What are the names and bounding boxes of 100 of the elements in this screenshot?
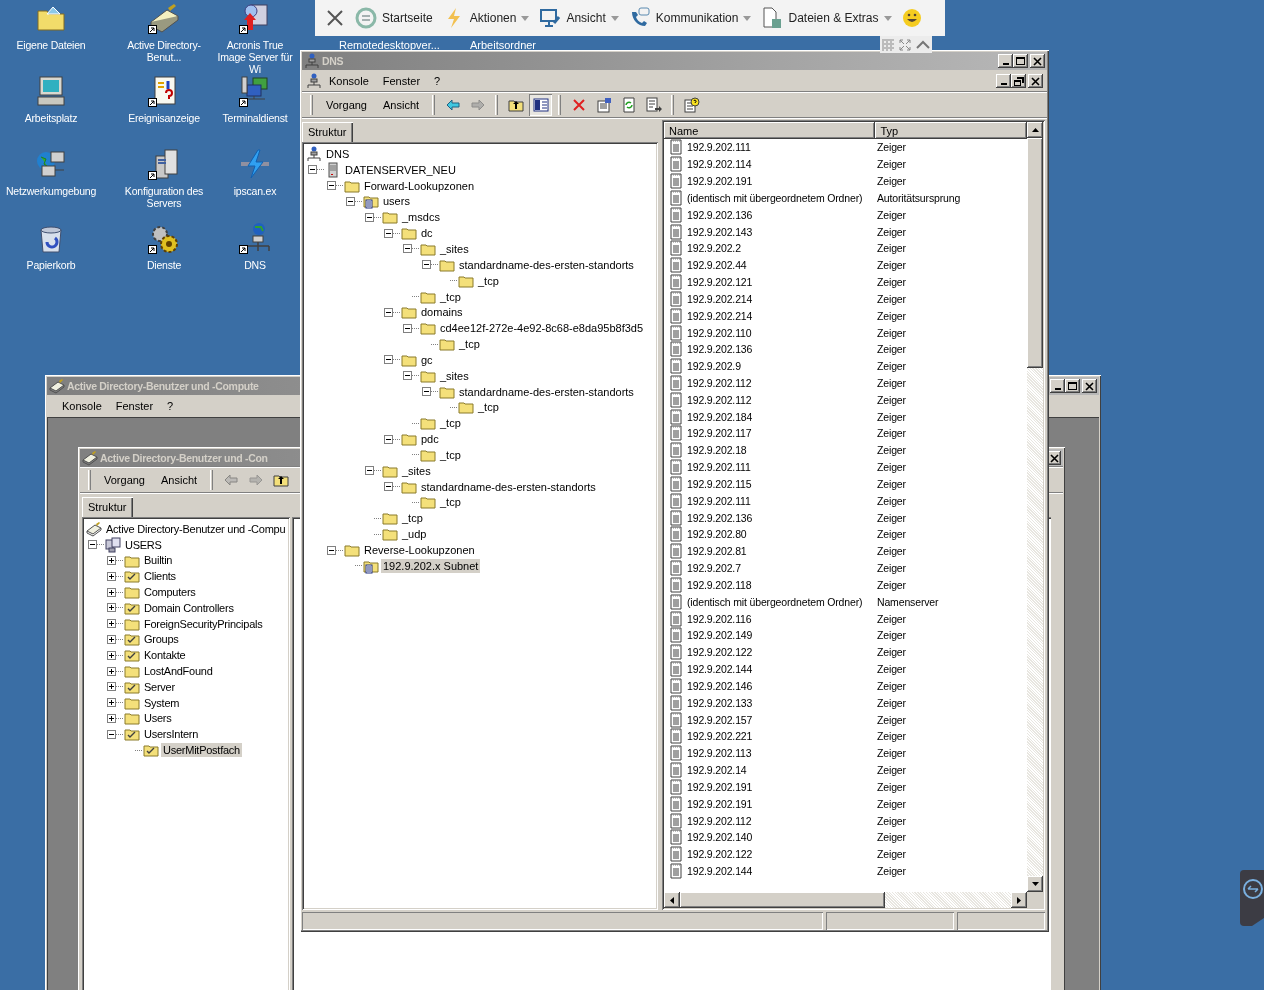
tree-item[interactable]: UsersIntern <box>142 727 201 742</box>
tree-item[interactable]: domains <box>419 305 465 320</box>
tree-item[interactable]: _tcp <box>476 273 501 288</box>
expand-toggle[interactable] <box>107 587 116 597</box>
scroll-up-button[interactable] <box>1027 122 1043 138</box>
icon-label[interactable]: Konfiguration des Servers <box>118 185 210 209</box>
tree-item[interactable]: Kontakte <box>142 648 188 663</box>
expand-toggle[interactable] <box>107 666 116 676</box>
expand-toggle[interactable] <box>107 650 116 660</box>
icon-label[interactable]: Remotedesktopver... <box>339 39 440 51</box>
tree-item[interactable]: _tcp <box>438 447 463 462</box>
collapse-toggle[interactable] <box>384 482 393 492</box>
tree-item[interactable]: _tcp <box>476 400 501 415</box>
menu-item[interactable]: Vorgang <box>97 472 152 488</box>
menu-item[interactable]: Konsole <box>322 73 376 89</box>
maximize-button[interactable] <box>1013 54 1028 68</box>
collapse-toggle[interactable] <box>384 434 393 444</box>
tree-item[interactable]: Users <box>142 711 174 726</box>
tree-item[interactable]: Reverse-Lookupzonen <box>362 543 477 557</box>
tree-item[interactable]: _tcp <box>438 495 463 510</box>
tree-item[interactable]: _tcp <box>400 511 425 526</box>
tree-item[interactable]: pdc <box>419 432 441 447</box>
expand-toggle[interactable] <box>107 556 116 565</box>
collapse-toggle[interactable] <box>346 196 355 206</box>
scroll-thumb[interactable] <box>680 892 885 908</box>
icon-label[interactable]: Active Directory-Benut... <box>118 39 210 63</box>
tree-item[interactable]: gc <box>419 352 435 367</box>
close-button[interactable] <box>1028 74 1043 88</box>
fullscreen-icon[interactable] <box>899 38 911 51</box>
expand-toggle[interactable] <box>107 619 116 629</box>
expand-toggle[interactable] <box>107 698 116 708</box>
collapse-toggle[interactable] <box>365 212 374 222</box>
collapse-toggle[interactable] <box>422 387 431 397</box>
icon-label[interactable]: Eigene Dateien <box>16 39 86 51</box>
menu-item[interactable]: Konsole <box>55 398 109 414</box>
tree-item[interactable]: cd4ee12f-272e-4e92-8c68-e8da95b8f3d5 <box>438 321 646 336</box>
tree-item[interactable]: standardname-des-ersten-standorts <box>419 479 598 494</box>
expand-toggle[interactable] <box>107 713 116 723</box>
icon-label[interactable]: DNS <box>244 259 266 271</box>
menu-item[interactable]: Vorgang <box>319 97 374 113</box>
tree-item[interactable]: System <box>142 695 182 710</box>
tree-item[interactable]: _msdcs <box>400 210 442 225</box>
expand-toggle[interactable] <box>107 571 116 581</box>
collapse-toggle[interactable] <box>403 244 412 254</box>
icon-label[interactable]: Ereignisanzeige <box>128 112 200 124</box>
icon-label[interactable]: Papierkorb <box>26 259 76 271</box>
tree-item[interactable]: DNS <box>324 146 352 161</box>
tab[interactable]: Struktur <box>302 122 353 142</box>
tree-item[interactable]: LostAndFound <box>142 664 215 679</box>
menu-button[interactable]: Aktionen <box>438 3 534 33</box>
scroll-left-button[interactable] <box>664 892 680 908</box>
collapse-toggle[interactable] <box>308 165 317 175</box>
menu-item[interactable]: ? <box>427 73 448 89</box>
menu-item[interactable]: Fenster <box>375 73 428 89</box>
column-header[interactable]: Typ <box>875 122 1027 139</box>
minimize-button[interactable] <box>1050 379 1065 393</box>
menu-button[interactable]: Dateien & Extras <box>757 3 896 33</box>
tree-item[interactable]: Computers <box>142 585 198 600</box>
remote-panel-handle[interactable] <box>1240 870 1264 926</box>
tree-item[interactable]: standardname-des-ersten-standorts <box>457 384 636 399</box>
tree-item[interactable]: DATENSERVER_NEU <box>343 162 458 177</box>
collapse-toggle[interactable] <box>403 323 412 333</box>
tree-item[interactable]: _sites <box>438 242 471 256</box>
close-button[interactable] <box>1030 54 1045 68</box>
menu-item[interactable]: Ansicht <box>154 472 205 488</box>
icon-label[interactable]: Dienste <box>146 259 182 271</box>
tree-item[interactable]: Clients <box>142 569 178 584</box>
vertical-scrollbar[interactable] <box>1027 122 1043 892</box>
collapse-toggle[interactable] <box>327 545 336 555</box>
collapse-toggle[interactable] <box>384 355 393 365</box>
scroll-right-button[interactable] <box>1011 892 1027 908</box>
icon-label[interactable]: Acronis True Image Server für Wi <box>212 39 298 75</box>
collapse-toggle[interactable] <box>384 307 393 317</box>
tree-item[interactable]: _tcp <box>438 416 463 431</box>
tree-item[interactable]: _sites <box>400 463 433 478</box>
minimize-button[interactable] <box>996 74 1011 88</box>
maximize-button[interactable] <box>1065 379 1080 393</box>
minimize-button[interactable] <box>998 54 1013 68</box>
tree-item[interactable]: dc <box>419 226 435 241</box>
tree-item[interactable]: Domain Controllers <box>142 600 236 615</box>
tree-item[interactable]: users <box>381 194 412 209</box>
collapse-toggle[interactable] <box>422 260 431 270</box>
collapse-toggle[interactable] <box>403 371 412 381</box>
collapse-toggle[interactable] <box>365 466 374 476</box>
tree-item[interactable]: Builtin <box>142 553 175 568</box>
menu-button[interactable]: Kommunikation <box>624 3 756 33</box>
tree-button[interactable] <box>529 94 553 116</box>
scroll-down-button[interactable] <box>1027 876 1043 892</box>
icon-label[interactable]: Arbeitsordner <box>470 39 537 51</box>
column-header[interactable]: Name <box>664 122 876 139</box>
expand-toggle[interactable] <box>107 603 116 613</box>
tree-item[interactable]: _tcp <box>438 289 463 304</box>
menu-item[interactable]: ? <box>160 398 181 414</box>
tree-item[interactable]: _sites <box>438 368 471 383</box>
tree-item[interactable]: UserMitPostfach <box>161 743 242 758</box>
expand-toggle[interactable] <box>107 634 116 644</box>
icon-label[interactable]: Terminaldienst <box>222 112 288 124</box>
collapse-toggle[interactable] <box>107 729 116 739</box>
expand-toggle[interactable] <box>107 682 116 692</box>
menu-item[interactable]: Ansicht <box>376 97 427 113</box>
